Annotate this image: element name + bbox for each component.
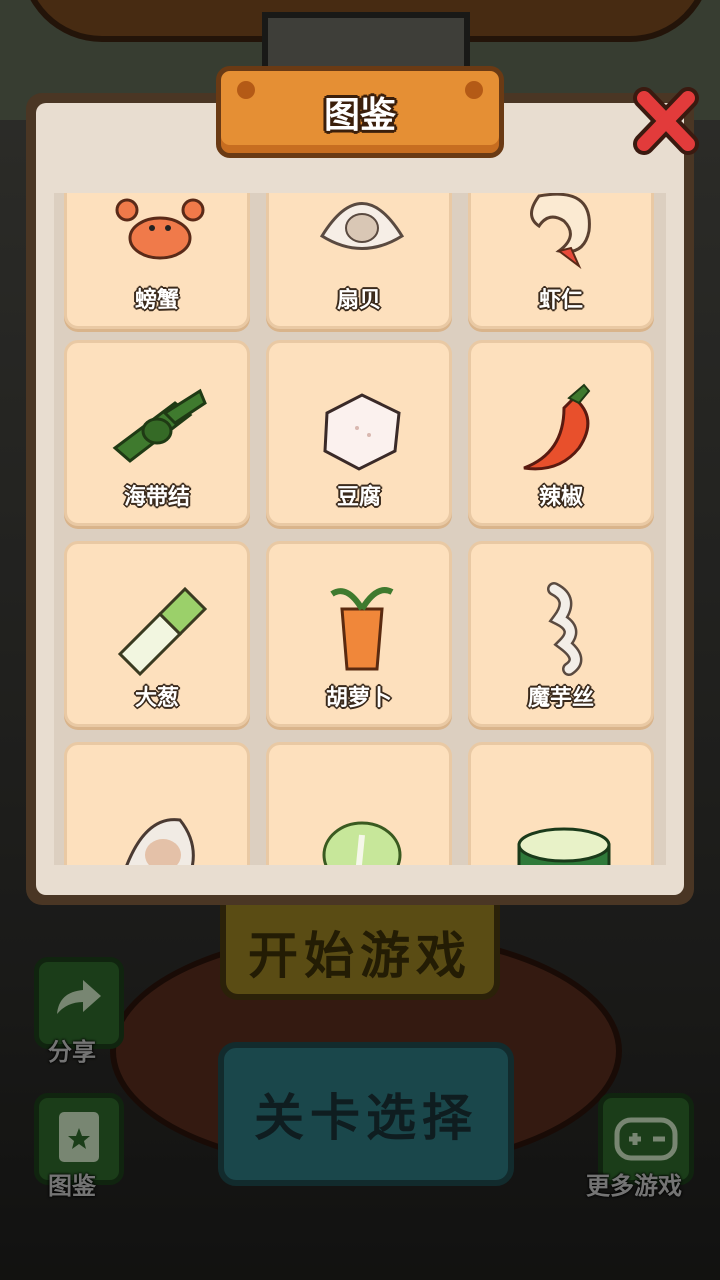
gallery-item-carrot[interactable]: 胡萝卜	[266, 541, 452, 727]
shrimp-icon	[530, 193, 591, 270]
gallery-item-chili[interactable]: 辣椒	[468, 340, 654, 526]
item-label: 大葱	[134, 686, 179, 711]
plaque-nail-right	[465, 81, 483, 99]
kelp-knot-icon	[112, 388, 207, 463]
gallery-item-scallion[interactable]: 大葱	[64, 541, 250, 727]
item-label: 虾仁	[538, 288, 583, 313]
item-label: 豆腐	[336, 485, 381, 510]
carrot-icon	[330, 587, 394, 671]
plaque-nail-left	[237, 81, 255, 99]
cucumber-icon	[517, 827, 611, 865]
item-label: 辣椒	[538, 485, 583, 510]
gallery-item-tofu[interactable]: 豆腐	[266, 340, 452, 526]
gallery-item-crab[interactable]: 螃蟹	[64, 193, 250, 329]
item-label: 螃蟹	[134, 288, 179, 313]
item-label: 魔芋丝	[527, 686, 594, 711]
gallery-item-konjac-noodle[interactable]: 魔芋丝	[468, 541, 654, 727]
item-label: 海带结	[123, 485, 190, 510]
scallion-icon	[117, 586, 208, 677]
title-plaque: 图鉴	[216, 66, 504, 158]
gallery-item-kelp-knot[interactable]: 海带结	[64, 340, 250, 526]
item-label: 扇贝	[336, 288, 381, 313]
konjac-noodle-icon	[547, 582, 583, 676]
scallop-icon	[319, 202, 405, 250]
close-button[interactable]	[628, 84, 704, 160]
tofu-icon	[323, 393, 401, 471]
cabbage-icon	[322, 821, 402, 865]
chili-icon	[523, 383, 591, 471]
modal-title: 图鉴	[323, 95, 396, 136]
gallery-item-shrimp[interactable]: 虾仁	[468, 193, 654, 329]
gallery-item-oyster[interactable]	[64, 742, 250, 865]
gallery-item-cabbage[interactable]	[266, 742, 452, 865]
oyster-icon	[125, 818, 195, 865]
item-label: 胡萝卜	[325, 686, 392, 711]
close-x-icon	[633, 87, 699, 155]
gallery-item-scallop[interactable]: 扇贝	[266, 193, 452, 329]
gallery-grid[interactable]: 螃蟹 扇贝 虾仁 海带结 豆腐 辣椒 大葱 胡萝卜 魔芋丝	[54, 193, 666, 865]
crab-icon	[115, 198, 205, 260]
gallery-item-cucumber[interactable]	[468, 742, 654, 865]
